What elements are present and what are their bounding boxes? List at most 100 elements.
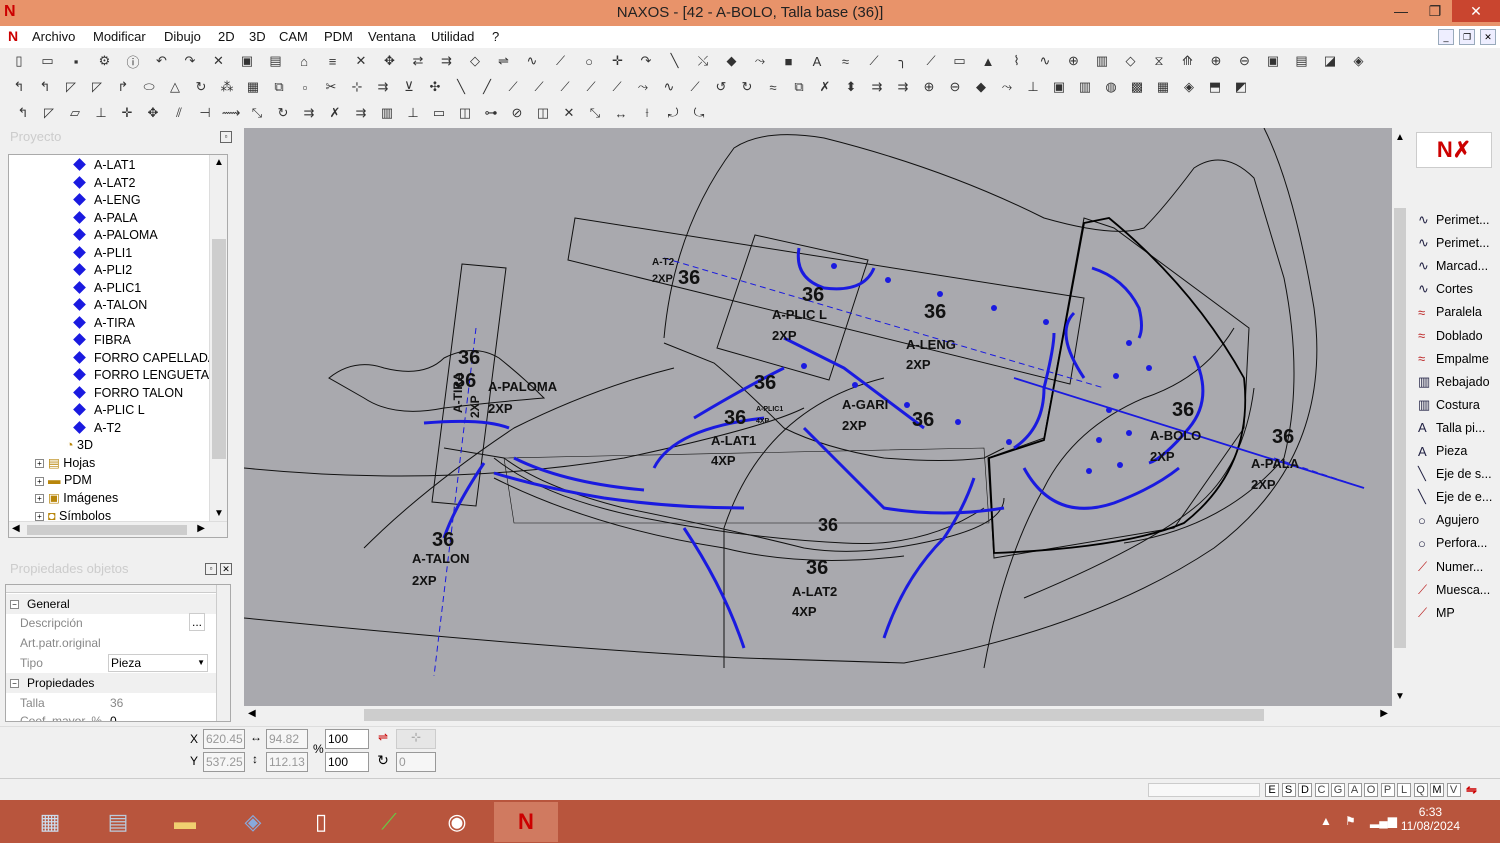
- expand-icon[interactable]: +: [35, 494, 44, 504]
- toolbar-tool-icon[interactable]: ⤳: [751, 52, 769, 70]
- toolbar-tool-icon[interactable]: ⤾: [664, 104, 682, 122]
- toolbar-tool-icon[interactable]: ■: [780, 52, 798, 70]
- tool-item[interactable]: ∿ Marcad...: [1418, 256, 1488, 276]
- toolbar-tool-icon[interactable]: ▥: [378, 104, 396, 122]
- status-toggle[interactable]: A: [1347, 783, 1362, 797]
- toolbar-tool-icon[interactable]: ⬍: [842, 78, 860, 96]
- toolbar-tool-icon[interactable]: ▤: [267, 52, 285, 70]
- toolbar-tool-icon[interactable]: ▪: [67, 52, 85, 70]
- toolbar-tool-icon[interactable]: ▣: [1050, 78, 1068, 96]
- toolbar-tool-icon[interactable]: ⊻: [400, 78, 418, 96]
- sketch-app-icon[interactable]: ⟋: [357, 802, 421, 842]
- toolbar-tool-icon[interactable]: ⇄: [409, 52, 427, 70]
- tree-vertical-scrollbar[interactable]: ▲ ▼: [209, 155, 227, 521]
- toolbar-tool-icon[interactable]: ✗: [326, 104, 344, 122]
- toolbar-tool-icon[interactable]: ⬭: [140, 78, 158, 96]
- toolbar-tool-icon[interactable]: ⟿: [222, 104, 241, 122]
- tree-item-piece[interactable]: A-PLIC1: [73, 280, 141, 297]
- toolbar-tool-icon[interactable]: ╲: [666, 52, 684, 70]
- toolbar-tool-icon[interactable]: ↰: [14, 104, 32, 122]
- toolbar-tool-icon[interactable]: ⊕: [920, 78, 938, 96]
- expand-icon[interactable]: +: [35, 512, 44, 521]
- toolbar-tool-icon[interactable]: ↻: [192, 78, 210, 96]
- toolbar-tool-icon[interactable]: ▣: [238, 52, 256, 70]
- group-general[interactable]: − General: [6, 594, 216, 614]
- toolbar-tool-icon[interactable]: ✕: [352, 52, 370, 70]
- toolbar-tool-icon[interactable]: ⊖: [1236, 52, 1254, 70]
- toolbar-tool-icon[interactable]: ⟋: [865, 52, 883, 70]
- tool-item[interactable]: A Talla pi...: [1418, 418, 1485, 438]
- tool-item[interactable]: ╲ Eje de s...: [1418, 464, 1492, 484]
- toolbar-tool-icon[interactable]: ○: [580, 52, 598, 70]
- tool-item[interactable]: ○ Perfora...: [1418, 533, 1487, 553]
- tree-folder[interactable]: +◔ 3D: [53, 437, 93, 454]
- toolbar-tool-icon[interactable]: ⤡: [248, 104, 266, 122]
- scroll-thumb[interactable]: [364, 709, 1264, 721]
- toolbar-tool-icon[interactable]: ╮: [894, 52, 912, 70]
- tree-item-piece[interactable]: A-LAT2: [73, 175, 135, 192]
- toolbar-tool-icon[interactable]: ◇: [1122, 52, 1140, 70]
- toolbar-tool-icon[interactable]: ⟋: [552, 52, 570, 70]
- tool-item[interactable]: ○ Agujero: [1418, 510, 1479, 530]
- tree-folder[interactable]: + ▬ PDM: [35, 472, 92, 489]
- tree-item-piece[interactable]: FORRO CAPELLADA: [73, 350, 216, 367]
- toolbar-tool-icon[interactable]: ⟋: [922, 52, 940, 70]
- toolbar-tool-icon[interactable]: ▦: [244, 78, 262, 96]
- toolbar-tool-icon[interactable]: ⟰: [1179, 52, 1197, 70]
- tree-item-piece[interactable]: A-PLIC L: [73, 402, 145, 419]
- group-propiedades[interactable]: − Propiedades: [6, 673, 216, 693]
- calculator-icon[interactable]: ▦: [18, 802, 82, 842]
- toolbar-tool-icon[interactable]: ◫: [456, 104, 474, 122]
- toolbar-tool-icon[interactable]: ⊖: [946, 78, 964, 96]
- toolbar-tool-icon[interactable]: ⟋: [530, 78, 548, 96]
- toolbar-tool-icon[interactable]: ⧉: [790, 78, 808, 96]
- toolbar-tool-icon[interactable]: ⊥: [92, 104, 110, 122]
- toolbar-tool-icon[interactable]: ↔: [612, 104, 630, 122]
- toolbar-tool-icon[interactable]: ╱: [478, 78, 496, 96]
- pin-icon[interactable]: ▫: [220, 131, 232, 143]
- signal-icon[interactable]: ▂▄▆: [1370, 814, 1397, 828]
- toolbar-tool-icon[interactable]: ⟋: [608, 78, 626, 96]
- menu-archivo[interactable]: Archivo: [32, 29, 75, 44]
- tool-item[interactable]: ∿ Perimet...: [1418, 233, 1490, 253]
- tool-item[interactable]: ∿ Perimet...: [1418, 210, 1490, 230]
- toolbar-tool-icon[interactable]: ▥: [1093, 52, 1111, 70]
- toolbar-tool-icon[interactable]: ▯: [10, 52, 28, 70]
- prop-art-patr[interactable]: Art.patr.original: [6, 633, 216, 653]
- status-toggle[interactable]: M: [1430, 783, 1444, 797]
- scroll-thumb[interactable]: [1394, 208, 1406, 648]
- toolbar-tool-icon[interactable]: ⟋: [504, 78, 522, 96]
- toolbar-tool-icon[interactable]: ⟊: [638, 104, 656, 122]
- app-icon[interactable]: ◈: [221, 802, 285, 842]
- toolbar-tool-icon[interactable]: ⊣: [196, 104, 214, 122]
- expand-icon[interactable]: +: [35, 458, 44, 468]
- menu-3d[interactable]: 3D: [249, 29, 266, 44]
- toolbar-tool-icon[interactable]: ▥: [1076, 78, 1094, 96]
- toolbar-tool-icon[interactable]: ▱: [66, 104, 84, 122]
- menu-cam[interactable]: CAM: [279, 29, 308, 44]
- toolbar-tool-icon[interactable]: ▲: [979, 52, 997, 70]
- scale-y-field[interactable]: 100: [325, 752, 369, 772]
- tray-arrow-icon[interactable]: ▲: [1320, 814, 1332, 828]
- toolbar-tool-icon[interactable]: ✛: [609, 52, 627, 70]
- toolbar-tool-icon[interactable]: ▫: [296, 78, 314, 96]
- tree-folder[interactable]: + ▣ Imágenes: [35, 490, 118, 507]
- chrome-icon[interactable]: ◉: [425, 802, 489, 842]
- maximize-button[interactable]: ❐: [1418, 0, 1452, 22]
- tree-item-piece[interactable]: A-PLI1: [73, 245, 132, 262]
- status-toggle[interactable]: L: [1397, 783, 1411, 797]
- tree-item-piece[interactable]: FORRO LENGUETA: [73, 367, 209, 384]
- tree-item-piece[interactable]: FIBRA: [73, 332, 131, 349]
- width-field[interactable]: 94.82: [266, 729, 308, 749]
- toolbar-tool-icon[interactable]: ▤: [1293, 52, 1311, 70]
- explorer-window-icon[interactable]: ▤: [86, 802, 150, 842]
- close-icon[interactable]: ✕: [220, 563, 232, 575]
- toolbar-tool-icon[interactable]: ⇉: [300, 104, 318, 122]
- toolbar-tool-icon[interactable]: ∿: [1036, 52, 1054, 70]
- doc-close-button[interactable]: ✕: [1480, 29, 1496, 45]
- toolbar-tool-icon[interactable]: ⇉: [352, 104, 370, 122]
- toolbar-tool-icon[interactable]: ▭: [951, 52, 969, 70]
- status-toggle[interactable]: O: [1364, 783, 1378, 797]
- toolbar-tool-icon[interactable]: ▭: [430, 104, 448, 122]
- toolbar-tool-icon[interactable]: ▭: [39, 52, 57, 70]
